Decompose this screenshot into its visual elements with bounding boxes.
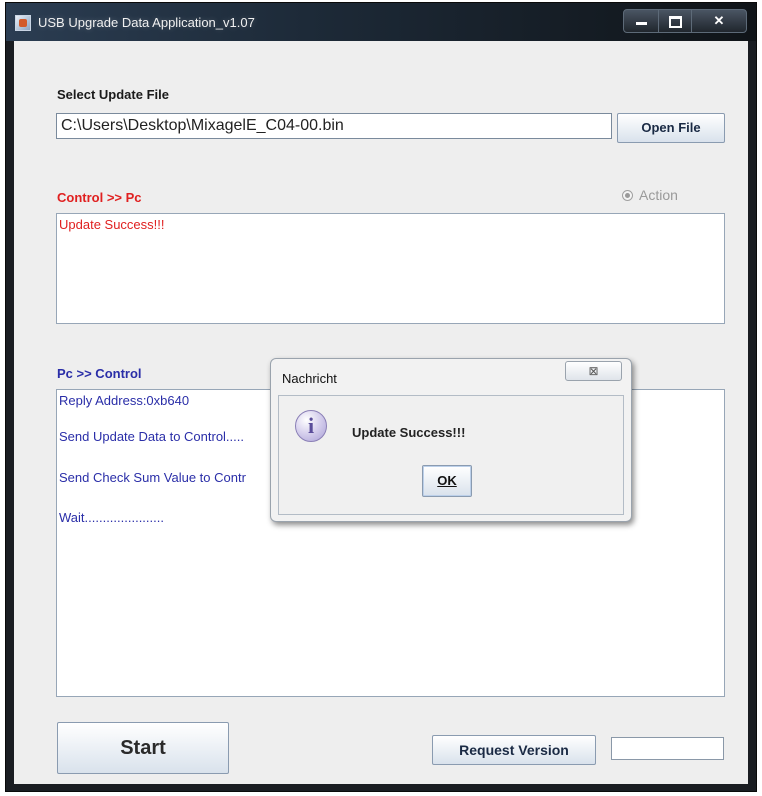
maximize-icon (668, 15, 682, 28)
dialog-close-button[interactable]: ⊠ (565, 361, 622, 381)
control-to-pc-label: Control >> Pc (57, 190, 142, 205)
pc-log-line: Send Check Sum Value to Contr (59, 470, 246, 485)
minimize-button[interactable] (623, 9, 659, 33)
dialog-message: Update Success!!! (352, 425, 466, 440)
app-icon (15, 15, 31, 31)
dialog-body: i Update Success!!! OK (278, 395, 624, 515)
select-file-label: Select Update File (57, 87, 169, 102)
ok-button[interactable]: OK (422, 465, 472, 497)
pc-log-line: Send Update Data to Control..... (59, 429, 244, 444)
pc-log-line: Reply Address:0xb640 (59, 393, 190, 408)
open-file-button[interactable]: Open File (617, 113, 725, 143)
info-icon: i (295, 410, 327, 442)
ok-button-label: OK (437, 473, 457, 488)
pc-log-line: Wait...................... (59, 510, 164, 525)
version-field[interactable] (611, 737, 724, 760)
close-button[interactable]: ✕ (691, 9, 747, 33)
close-icon: ⊠ (588, 364, 599, 378)
control-log-line: Update Success!!! (59, 217, 165, 232)
action-radio-label: Action (639, 187, 678, 203)
control-to-pc-textarea[interactable]: Update Success!!! (56, 213, 725, 324)
file-path-input[interactable]: C:\Users\Desktop\MixagelE_C04-00.bin (56, 113, 612, 139)
close-icon: ✕ (713, 13, 725, 28)
action-radio[interactable]: Action (622, 187, 678, 203)
radio-icon[interactable] (622, 190, 633, 201)
start-button[interactable]: Start (57, 722, 229, 774)
minimize-icon (635, 22, 647, 26)
maximize-button[interactable] (658, 9, 692, 33)
request-version-button[interactable]: Request Version (432, 735, 596, 765)
dialog-title: Nachricht (282, 371, 337, 386)
message-dialog: Nachricht ⊠ i Update Success!!! OK (270, 358, 632, 522)
pc-to-control-label: Pc >> Control (57, 366, 142, 381)
window-title: USB Upgrade Data Application_v1.07 (38, 15, 255, 30)
title-bar[interactable]: USB Upgrade Data Application_v1.07 ✕ (6, 3, 756, 41)
